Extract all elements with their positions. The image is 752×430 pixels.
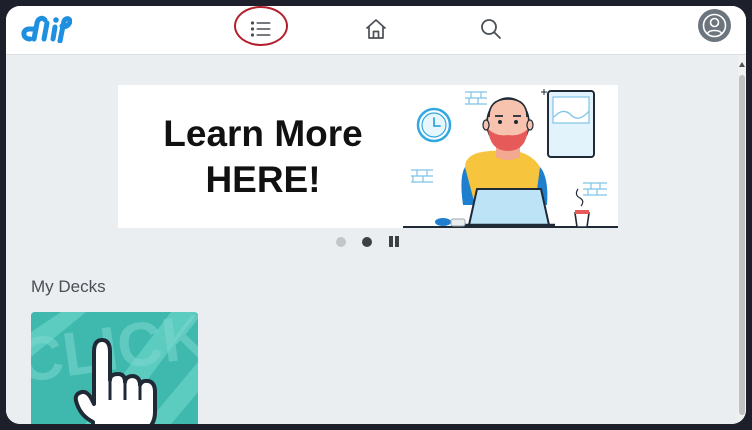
banner-line-1: Learn More xyxy=(163,113,363,154)
app-window: Learn More HERE! My Decks CLICK xyxy=(6,6,746,424)
deck-card[interactable]: CLICK xyxy=(31,312,198,424)
carousel-pause-button[interactable] xyxy=(388,236,400,248)
vertical-scrollbar[interactable] xyxy=(738,55,746,424)
home-button[interactable] xyxy=(356,10,396,48)
carousel-dot-1[interactable] xyxy=(336,237,346,247)
my-decks-heading: My Decks xyxy=(31,277,106,296)
account-avatar[interactable] xyxy=(698,9,731,42)
list-icon xyxy=(250,21,271,37)
banner-heading: Learn More HERE! xyxy=(138,111,388,203)
user-icon xyxy=(702,13,727,38)
pause-icon xyxy=(389,236,393,247)
flip-logo[interactable] xyxy=(20,11,72,43)
scroll-up-arrow-icon[interactable] xyxy=(739,62,745,67)
carousel-controls xyxy=(336,235,406,249)
search-button[interactable] xyxy=(471,10,511,48)
carousel-dot-2[interactable] xyxy=(362,237,372,247)
pause-icon-bar xyxy=(395,236,399,247)
search-icon xyxy=(481,19,501,39)
menu-button[interactable] xyxy=(241,10,281,48)
top-navigation-bar xyxy=(6,6,746,55)
man-at-laptop-illustration xyxy=(403,89,618,228)
click-hand-icon: CLICK xyxy=(31,312,198,424)
banner-line-2: HERE! xyxy=(205,159,321,200)
main-content: Learn More HERE! My Decks CLICK xyxy=(6,55,738,424)
promo-banner[interactable]: Learn More HERE! xyxy=(118,85,618,228)
scrollbar-thumb[interactable] xyxy=(739,75,745,415)
home-icon xyxy=(365,19,387,39)
